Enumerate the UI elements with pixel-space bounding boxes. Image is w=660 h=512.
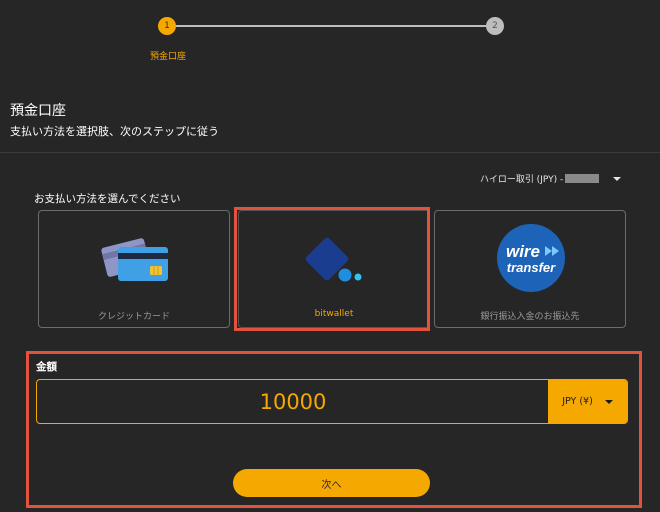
amount-input[interactable] bbox=[37, 380, 549, 423]
payment-method-label-wire-transfer: 銀行振込入金のお振込先 bbox=[480, 312, 580, 322]
payment-method-label: お支払い方法を選んでください bbox=[34, 193, 181, 205]
amount-field-container: JPY (¥) bbox=[36, 379, 628, 424]
currency-select-value: JPY (¥) bbox=[562, 396, 593, 407]
payment-method-wire-transfer[interactable]: wire transfer 銀行振込入金のお振込先 bbox=[434, 210, 626, 328]
next-button[interactable]: 次へ bbox=[233, 469, 430, 497]
account-selector-value: ハイロー取引 (JPY) - bbox=[480, 175, 564, 185]
payment-method-label-bitwallet: bitwallet bbox=[314, 309, 354, 319]
bitwallet-logo-icon bbox=[305, 237, 362, 282]
redacted-account-number bbox=[565, 174, 600, 183]
step-2-circle: 2 bbox=[486, 17, 504, 35]
step-1-circle: 1 bbox=[158, 17, 176, 35]
page-subtitle: 支払い方法を選択肢、次のステップに従う bbox=[10, 125, 219, 138]
stepper: 1 2 預金口座 bbox=[0, 0, 660, 80]
payment-method-bitwallet[interactable]: bitwallet bbox=[238, 210, 430, 328]
divider bbox=[0, 152, 660, 153]
payment-method-credit-card[interactable]: クレジットカード bbox=[38, 210, 230, 328]
caret-down-icon bbox=[613, 176, 622, 181]
wire-logo-text: wire bbox=[506, 242, 540, 261]
currency-select[interactable]: JPY (¥) bbox=[548, 380, 627, 423]
account-selector[interactable]: ハイロー取引 (JPY) - bbox=[480, 172, 622, 185]
caret-down-icon bbox=[604, 399, 613, 404]
step-1-label: 預金口座 bbox=[149, 52, 186, 62]
page-title: 預金口座 bbox=[10, 103, 66, 119]
wire-transfer-logo-icon: wire transfer bbox=[497, 224, 565, 292]
credit-card-icon bbox=[101, 238, 168, 281]
transfer-logo-text: transfer bbox=[507, 260, 556, 275]
payment-method-label-credit-card: クレジットカード bbox=[97, 312, 170, 322]
amount-label: 金額 bbox=[36, 361, 57, 373]
stepper-line bbox=[176, 25, 488, 27]
